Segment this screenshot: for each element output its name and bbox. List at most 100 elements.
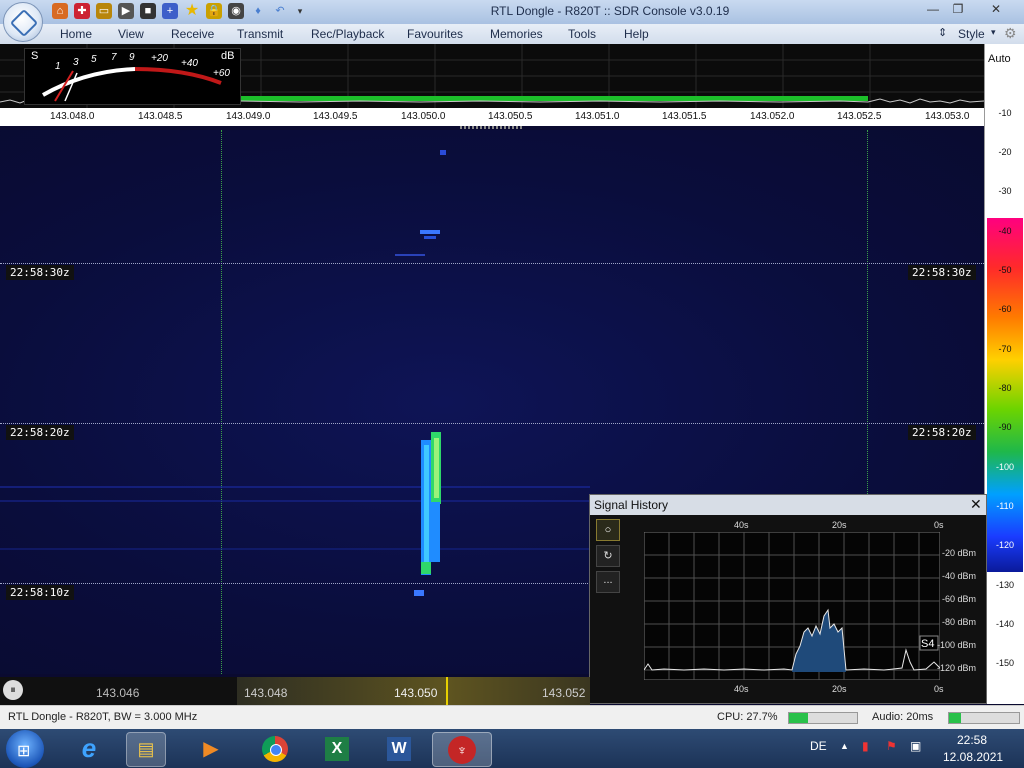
tray-network-icon[interactable]: ▣ — [910, 739, 921, 753]
clock-date[interactable]: 12.08.2021 — [943, 750, 1003, 764]
history-time-top-40s: 40s — [734, 520, 749, 530]
menu-receive[interactable]: Receive — [171, 27, 214, 41]
style-dropdown-icon[interactable]: ▾ — [991, 27, 996, 38]
time-label-left: 22:58:20z — [6, 425, 74, 440]
reset-button[interactable]: ↻ — [596, 545, 620, 567]
level-label: -60 — [998, 304, 1012, 314]
s-meter-scale-plus40: +40 — [181, 58, 198, 69]
tuning-strip[interactable]: ⏸ 143.046 143.048 143.050 143.052 — [0, 677, 590, 705]
menu-memories[interactable]: Memories — [490, 27, 543, 41]
tray-flag-icon[interactable]: ⚑ — [886, 739, 897, 753]
drop-icon[interactable]: ♦ — [250, 3, 266, 19]
dbm-label-minus20: -20 dBm — [942, 548, 977, 558]
play-icon[interactable]: ▶ — [118, 3, 134, 19]
internet-explorer-icon[interactable]: e — [70, 732, 108, 765]
history-time-top-0s: 0s — [934, 520, 944, 530]
clock-time[interactable]: 22:58 — [957, 733, 987, 747]
tray-expand-icon[interactable]: ▲ — [840, 741, 849, 751]
freq-tick-5: 143.050.5 — [488, 111, 533, 122]
s-meter: S dB 1 3 5 7 9 +20 +40 +60 — [24, 48, 241, 105]
freq-tick-9: 143.052.5 — [837, 111, 882, 122]
title-bar: ⌂ ✚ ▭ ▶ ■ + ★ 🔒 ◉ ♦ ↶ ▾ RTL Dongle - R82… — [0, 0, 1024, 25]
history-time-bottom-0s: 0s — [934, 684, 944, 694]
menu-home[interactable]: Home — [60, 27, 92, 41]
language-indicator[interactable]: DE — [810, 739, 827, 753]
pause-button[interactable]: ⏸ — [3, 680, 23, 700]
splitter-handle[interactable] — [460, 126, 524, 129]
menu-help[interactable]: Help — [624, 27, 649, 41]
gear-icon[interactable]: ⚙ — [1004, 25, 1017, 42]
camera-icon[interactable]: ◉ — [228, 3, 244, 19]
media-player-icon[interactable]: ▶ — [192, 732, 230, 765]
history-time-bottom-20s: 20s — [832, 684, 847, 694]
signal-history-header: Signal History ✕ — [590, 495, 986, 515]
maximize-button[interactable]: ❐ — [947, 1, 969, 18]
audio-status: Audio: 20ms — [872, 711, 934, 723]
freq-tick-6: 143.051.0 — [575, 111, 620, 122]
level-label: -30 — [998, 186, 1012, 196]
application-menu-icon — [9, 8, 39, 38]
dbm-label-minus100: -100 dBm — [937, 640, 977, 650]
style-menu[interactable]: Style — [958, 27, 985, 41]
circle-icon: ○ — [604, 524, 612, 536]
menu-view[interactable]: View — [118, 27, 144, 41]
word-icon[interactable]: W — [380, 732, 418, 765]
menu-tools[interactable]: Tools — [568, 27, 596, 41]
s-meter-scale-3: 3 — [73, 57, 79, 68]
freq-tick-7: 143.051.5 — [662, 111, 707, 122]
style-arrows-icon[interactable]: ⇕ — [938, 26, 947, 39]
menu-rec-playback[interactable]: Rec/Playback — [311, 27, 384, 41]
history-time-top-20s: 20s — [832, 520, 847, 530]
explorer-icon[interactable]: ▤ — [126, 732, 166, 767]
lock-icon[interactable]: 🔒 — [206, 3, 222, 19]
level-label: -50 — [998, 265, 1012, 275]
freq-tick-4: 143.050.0 — [401, 111, 446, 122]
auto-button[interactable]: Auto — [988, 53, 1011, 65]
menu-transmit[interactable]: Transmit — [237, 27, 283, 41]
tuning-cursor[interactable] — [446, 677, 448, 705]
level-label: -80 — [998, 383, 1012, 393]
s-unit-reading: S4 — [921, 638, 935, 650]
menu-favourites[interactable]: Favourites — [407, 27, 463, 41]
s-meter-scale-plus20: +20 — [151, 53, 168, 64]
s-meter-s-label: S — [31, 50, 39, 62]
time-label-left: 22:58:30z — [6, 265, 74, 280]
quick-access-dropdown-icon[interactable]: ▾ — [292, 3, 308, 19]
star-icon[interactable]: ★ — [184, 3, 200, 19]
refresh-icon: ↻ — [603, 550, 613, 562]
status-bar: RTL Dongle - R820T, BW = 3.000 MHz CPU: … — [0, 705, 1024, 730]
dbm-label-minus40: -40 dBm — [942, 571, 977, 581]
dbm-label-minus120: -120 dBm — [937, 663, 977, 673]
chrome-icon[interactable] — [256, 732, 294, 765]
undo-icon[interactable]: ↶ — [272, 3, 288, 19]
level-label: -150 — [995, 658, 1014, 668]
stop-icon[interactable]: ■ — [140, 3, 156, 19]
level-label: -120 — [995, 540, 1014, 550]
minimize-button[interactable]: — — [922, 1, 944, 18]
windows-icon: ⊞ — [17, 743, 31, 760]
close-button[interactable]: ✕ — [972, 1, 1020, 18]
freq-tick-10: 143.053.0 — [925, 111, 970, 122]
s-meter-scale-plus60: +60 — [213, 68, 230, 79]
level-label: -130 — [995, 580, 1014, 590]
freq-tick-1: 143.048.5 — [138, 111, 183, 122]
application-orb-button[interactable] — [3, 2, 43, 42]
home-icon[interactable]: ⌂ — [52, 3, 68, 19]
more-options-button[interactable]: ... — [596, 571, 620, 593]
add-icon[interactable]: + — [162, 3, 178, 19]
audio-progress-bar — [948, 712, 1020, 724]
sdr-console-taskbar-button[interactable]: ♆ — [432, 732, 492, 767]
tray-device-icon[interactable]: ▮ — [862, 739, 869, 753]
freq-tick-0: 143.048.0 — [50, 111, 95, 122]
level-label: -100 — [995, 462, 1014, 472]
signal-history-plot — [644, 532, 940, 680]
time-label-right: 22:58:30z — [908, 265, 976, 280]
start-button[interactable]: ⊞ — [6, 730, 44, 768]
folder-icon[interactable]: ▭ — [96, 3, 112, 19]
lifebuoy-icon[interactable]: ✚ — [74, 3, 90, 19]
signal-history-close-button[interactable]: ✕ — [970, 496, 982, 513]
record-toggle-button[interactable]: ○ — [596, 519, 620, 541]
s-meter-scale-5: 5 — [91, 54, 97, 65]
level-scale — [984, 44, 1024, 704]
excel-icon[interactable]: X — [318, 732, 356, 765]
